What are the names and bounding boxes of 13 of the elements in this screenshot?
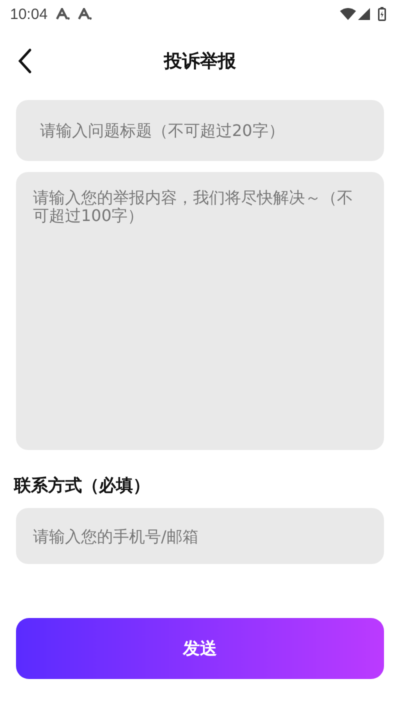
status-time: 10:04 — [10, 6, 48, 22]
page-title: 投诉举报 — [164, 50, 236, 73]
battery-icon — [378, 7, 386, 21]
notification-icon — [78, 8, 92, 20]
contact-input-field[interactable]: 请输入您的手机号/邮箱 — [16, 508, 384, 564]
back-icon — [18, 48, 32, 74]
wifi-icon — [340, 8, 356, 20]
contact-label: 联系方式（必填） — [14, 475, 151, 497]
title-input-field[interactable]: 请输入问题标题（不可超过20字） — [16, 100, 384, 161]
content-input-field[interactable]: 请输入您的举报内容，我们将尽快解决～（不可超过100字） — [16, 172, 384, 450]
send-button[interactable]: 发送 — [16, 618, 384, 679]
signal-icon — [358, 8, 370, 20]
notification-icon — [56, 8, 70, 20]
